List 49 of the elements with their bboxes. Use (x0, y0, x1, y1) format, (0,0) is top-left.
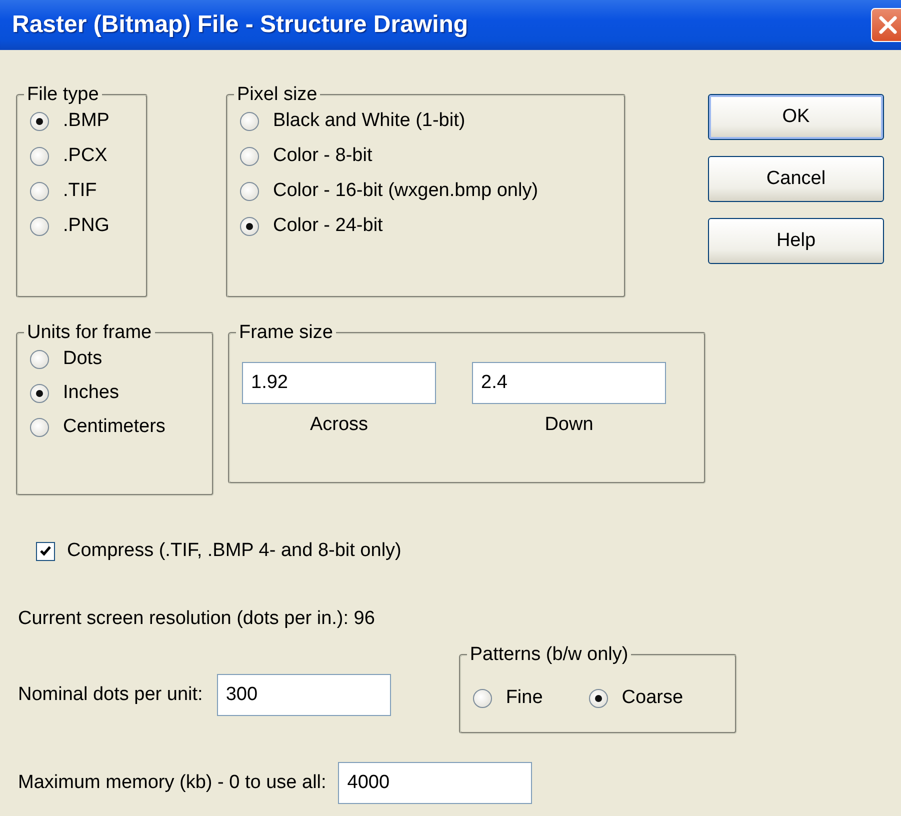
radio-button[interactable] (240, 216, 259, 236)
input-field[interactable]: 4000 (338, 762, 532, 804)
group-label: Units for frame (26, 322, 153, 344)
radio-label[interactable]: Color - 24-bit (273, 215, 383, 237)
group-label: Pixel size (236, 84, 318, 106)
radio-label[interactable]: .PCX (63, 145, 108, 167)
window-title: Raster (Bitmap) File - Structure Drawing (12, 11, 468, 39)
radio-button[interactable] (30, 216, 49, 236)
field-caption: Down (544, 414, 594, 436)
checkbox-label[interactable]: Compress (.TIF, .BMP 4- and 8-bit only) (67, 540, 402, 562)
radio-button[interactable] (240, 182, 259, 200)
radio-button[interactable] (472, 688, 492, 708)
radio-label[interactable]: .PNG (63, 215, 110, 237)
close-button[interactable] (871, 8, 901, 42)
radio-label[interactable]: Centimeters (63, 416, 166, 438)
group-label: File type (26, 84, 100, 106)
checkbox[interactable] (36, 542, 55, 560)
radio-button[interactable] (30, 418, 49, 436)
radio-button[interactable] (30, 112, 49, 130)
resolution-text: Current screen resolution (dots per in.): 96 (18, 608, 376, 630)
radio-label[interactable]: Inches (63, 382, 119, 404)
radio-label[interactable]: Color - 8-bit (273, 145, 372, 167)
radio-button[interactable] (240, 146, 259, 166)
dialog-button[interactable]: Cancel (708, 156, 884, 202)
group-label: Frame size (238, 322, 334, 344)
radio-button[interactable] (240, 112, 259, 130)
input-field[interactable]: 2.4 (472, 362, 666, 404)
radio-button[interactable] (30, 182, 49, 200)
field-label: Maximum memory (kb) - 0 to use all: (18, 772, 326, 794)
radio-button[interactable] (30, 384, 49, 402)
input-field[interactable]: 1.92 (242, 362, 436, 404)
radio-button[interactable] (30, 350, 49, 368)
radio-label[interactable]: Fine (506, 687, 543, 709)
field-caption: Across (310, 414, 368, 436)
input-field[interactable]: 300 (216, 674, 391, 716)
radio-label[interactable]: .BMP (63, 110, 110, 132)
dialog-button[interactable]: Help (708, 218, 884, 264)
group-label: Patterns (b/w only) (468, 644, 630, 666)
radio-label[interactable]: Black and White (1-bit) (273, 110, 466, 132)
close-icon (878, 15, 898, 35)
radio-button[interactable] (588, 688, 608, 708)
radio-button[interactable] (30, 146, 49, 166)
radio-label[interactable]: Color - 16-bit (wxgen.bmp only) (273, 180, 538, 202)
field-label: Nominal dots per unit: (18, 684, 203, 706)
radio-label[interactable]: .TIF (63, 180, 97, 202)
radio-label[interactable]: Coarse (622, 687, 684, 709)
dialog-button[interactable]: OK (708, 94, 884, 140)
check-icon (39, 544, 52, 558)
radio-label[interactable]: Dots (63, 348, 102, 370)
